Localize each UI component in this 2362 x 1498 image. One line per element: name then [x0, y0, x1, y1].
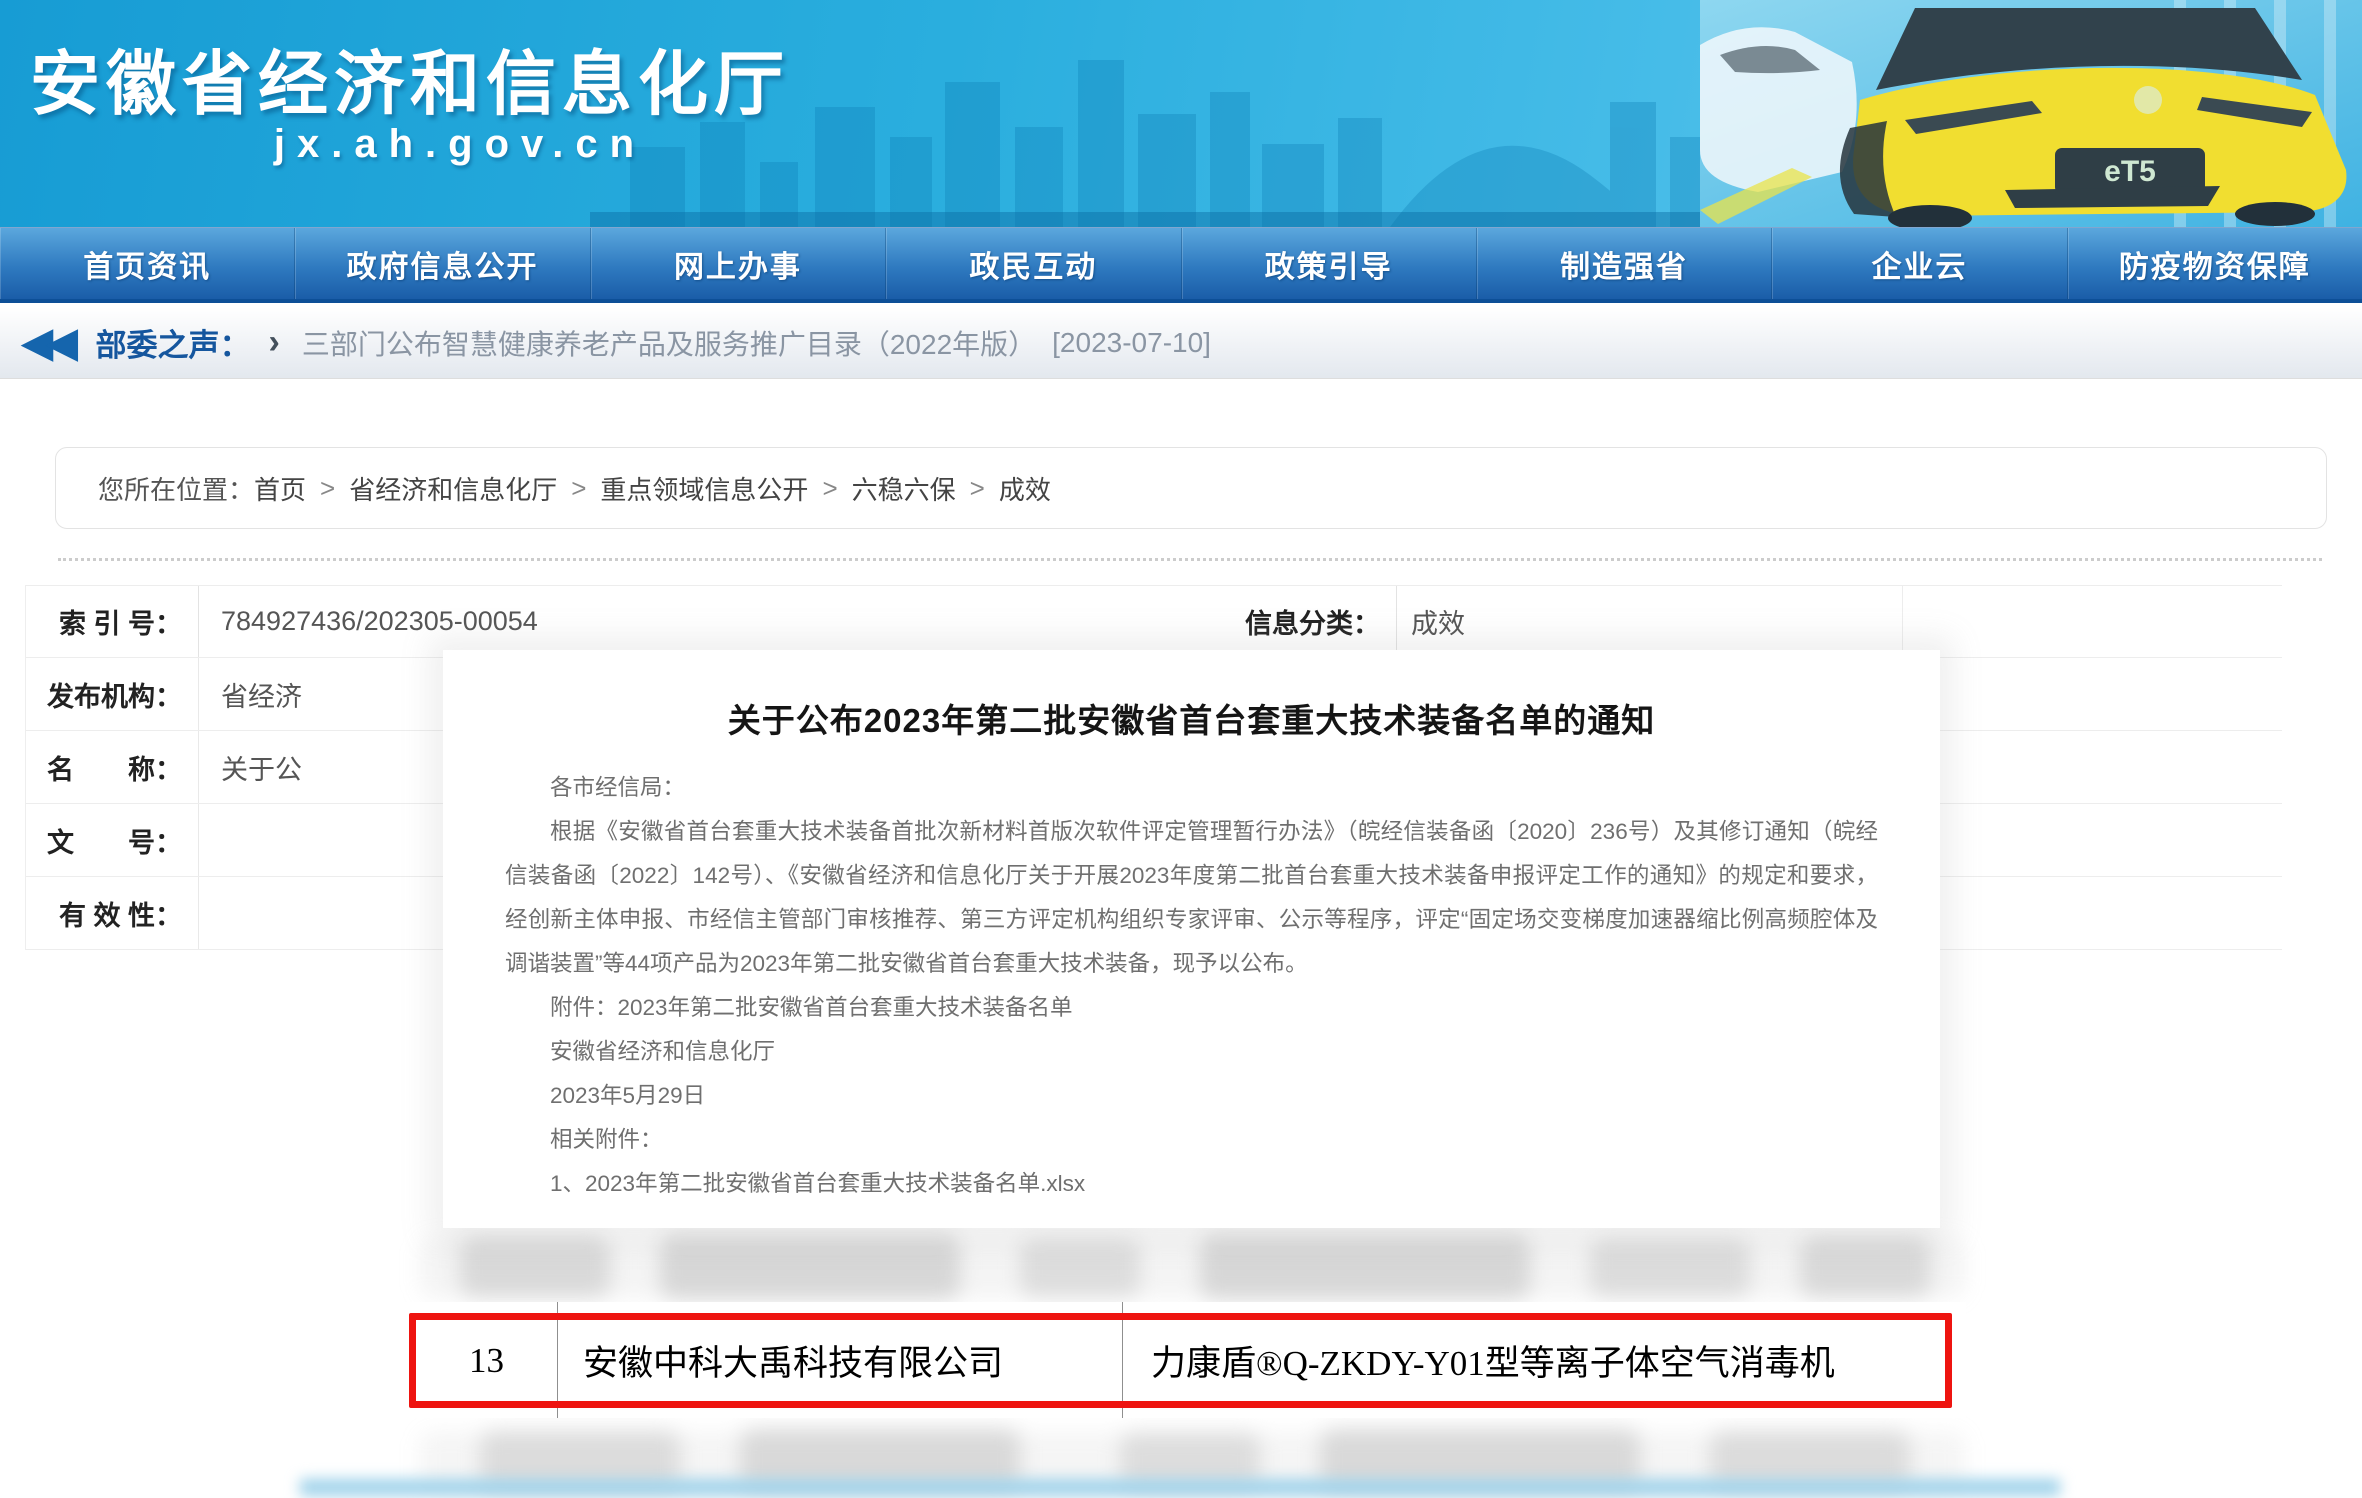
- meta-label-doc-no: 文 号：: [26, 804, 199, 876]
- notice-salutation: 各市经信局：: [505, 766, 1878, 810]
- product-name-cell: 力康盾®Q-ZKDY-Y01型等离子体空气消毒机: [1123, 1335, 1945, 1386]
- breadcrumb-separator: >: [970, 473, 985, 504]
- header-photo-car: eT5: [1700, 0, 2362, 227]
- dotted-divider: [58, 558, 2322, 561]
- notice-xlsx-attachment-link[interactable]: 1、2023年第二批安徽省首台套重大技术装备名单.xlsx: [505, 1162, 1878, 1206]
- browser-page: 安徽省经济和信息化厅 jx.ah.gov.cn eT5: [0, 0, 2362, 1498]
- main-nav: 首页资讯 政府信息公开 网上办事 政民互动 政策引导 制造强省 企业云 防疫物资…: [0, 227, 2362, 303]
- notice-date: 2023年5月29日: [505, 1074, 1878, 1118]
- breadcrumb-separator: >: [822, 473, 837, 504]
- breadcrumb-separator: >: [320, 473, 335, 504]
- breadcrumb-item-home[interactable]: 首页: [254, 470, 306, 507]
- site-url: jx.ah.gov.cn: [150, 122, 770, 167]
- meta-value-category: 成效: [1397, 602, 2282, 641]
- blur-artifact: [460, 1236, 610, 1298]
- table-row: 索 引 号： 784927436/202305-00054 信息分类： 成效: [26, 585, 2282, 658]
- blur-artifact: [1200, 1234, 1530, 1300]
- car-plate-text: eT5: [2104, 155, 2156, 188]
- excel-table-strip: 13 安徽中科大禹科技有限公司 力康盾®Q-ZKDY-Y01型等离子体空气消毒机: [400, 1302, 1966, 1418]
- blur-artifact-blue: [300, 1479, 2060, 1496]
- notice-issuer: 安徽省经济和信息化厅: [505, 1030, 1878, 1074]
- ticker-label: 部委之声：: [96, 320, 251, 365]
- breadcrumb-item-key-info[interactable]: 重点领域信息公开: [600, 470, 808, 507]
- notice-attachment-line: 附件：2023年第二批安徽省首台套重大技术装备名单: [505, 986, 1878, 1030]
- meta-label-index-no: 索 引 号：: [26, 586, 199, 657]
- nav-item-enterprise-cloud[interactable]: 企业云: [1772, 228, 2067, 299]
- blur-artifact: [1800, 1236, 1930, 1298]
- nav-item-gov-info[interactable]: 政府信息公开: [295, 228, 590, 299]
- breadcrumb-prefix: 您所在位置：: [98, 470, 254, 507]
- meta-label-issuer: 发布机构：: [26, 658, 199, 730]
- double-left-arrow-icon: ◀◀: [22, 323, 72, 363]
- breadcrumb-item-six-stability[interactable]: 六稳六保: [852, 470, 956, 507]
- site-header: 安徽省经济和信息化厅 jx.ah.gov.cn eT5: [0, 0, 2362, 227]
- breadcrumb-item-results[interactable]: 成效: [999, 470, 1051, 507]
- breadcrumb-separator: >: [571, 473, 586, 504]
- row-number-cell: 13: [416, 1341, 557, 1381]
- nav-item-policy[interactable]: 政策引导: [1182, 228, 1477, 299]
- blur-artifact: [1590, 1238, 1750, 1298]
- notice-title: 关于公布2023年第二批安徽省首台套重大技术装备名单的通知: [443, 694, 1940, 742]
- nav-item-manufacturing[interactable]: 制造强省: [1477, 228, 1772, 299]
- notice-paragraph: 根据《安徽省首台套重大技术装备首批次新材料首版次软件评定管理暂行办法》（皖经信装…: [505, 810, 1878, 986]
- nav-item-online-service[interactable]: 网上办事: [591, 228, 886, 299]
- site-title: 安徽省经济和信息化厅: [30, 28, 790, 129]
- news-ticker: ◀◀ 部委之声： › 三部门公布智慧健康养老产品及服务推广目录（2022年版） …: [0, 307, 2362, 379]
- nav-item-epidemic-supplies[interactable]: 防疫物资保障: [2068, 228, 2362, 299]
- notice-related-label: 相关附件：: [505, 1118, 1878, 1162]
- company-name-cell: 安徽中科大禹科技有限公司: [557, 1335, 1123, 1386]
- blurred-content-band: [420, 1232, 1965, 1306]
- meta-label-title: 名 称：: [26, 731, 199, 803]
- nav-item-interaction[interactable]: 政民互动: [886, 228, 1181, 299]
- meta-label-validity: 有 效 性：: [26, 877, 199, 949]
- ticker-news-date: [2023-07-10]: [1052, 327, 1211, 359]
- right-arrow-icon: ›: [269, 323, 280, 362]
- meta-label-category: 信息分类：: [1227, 586, 1397, 657]
- highlighted-table-row: 13 安徽中科大禹科技有限公司 力康盾®Q-ZKDY-Y01型等离子体空气消毒机: [409, 1313, 1952, 1408]
- breadcrumb-item-department[interactable]: 省经济和信息化厅: [349, 470, 557, 507]
- blur-artifact: [1020, 1238, 1140, 1298]
- blur-artifact: [660, 1234, 960, 1300]
- notice-body: 各市经信局： 根据《安徽省首台套重大技术装备首批次新材料首版次软件评定管理暂行办…: [505, 766, 1878, 1206]
- breadcrumb: 您所在位置： 首页 > 省经济和信息化厅 > 重点领域信息公开 > 六稳六保 >…: [55, 447, 2327, 529]
- ticker-news-link[interactable]: 三部门公布智慧健康养老产品及服务推广目录（2022年版）: [302, 323, 1036, 363]
- nav-item-home[interactable]: 首页资讯: [0, 228, 295, 299]
- meta-value-index-no: 784927436/202305-00054: [199, 606, 1227, 637]
- notice-document: 关于公布2023年第二批安徽省首台套重大技术装备名单的通知 各市经信局： 根据《…: [443, 650, 1940, 1228]
